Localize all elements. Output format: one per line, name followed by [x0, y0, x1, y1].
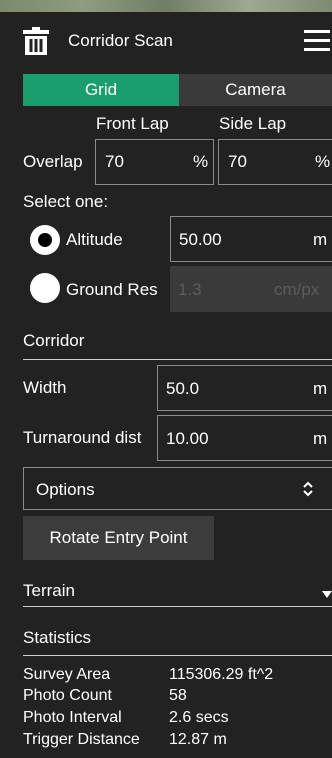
altitude-radio[interactable]: [30, 225, 60, 255]
tab-camera-label: Camera: [225, 80, 286, 99]
front-lap-value: 70: [105, 152, 124, 171]
front-lap-unit: %: [193, 152, 209, 171]
stat-value-photo-count: 58: [169, 687, 187, 704]
terrain-divider: [23, 606, 332, 607]
hamburger-menu-icon[interactable]: [304, 30, 330, 52]
options-dropdown[interactable]: Options: [23, 467, 332, 510]
ground-res-radio[interactable]: [30, 273, 60, 303]
page-title: Corridor Scan: [68, 31, 173, 50]
turnaround-unit: m: [313, 429, 328, 448]
stat-label-survey-area: Survey Area: [23, 666, 111, 683]
tab-camera[interactable]: Camera: [179, 74, 332, 106]
side-lap-value: 70: [228, 152, 247, 171]
altitude-value: 50.00: [179, 230, 222, 249]
turnaround-value: 10.00: [166, 429, 209, 448]
width-value: 50.0: [166, 379, 200, 398]
rotate-entry-point-button[interactable]: Rotate Entry Point: [23, 516, 214, 560]
stat-value-trigger-distance: 12.87 m: [169, 731, 227, 748]
corridor-section-label: Corridor: [23, 331, 85, 350]
stat-label-photo-count: Photo Count: [23, 687, 112, 704]
ground-res-value: 1.3: [178, 280, 202, 299]
tab-grid[interactable]: Grid: [23, 74, 179, 106]
trash-icon[interactable]: [23, 27, 49, 55]
statistics-divider: [23, 655, 332, 656]
stat-value-survey-area: 115306.29 ft^2: [169, 666, 274, 683]
stat-label-photo-interval: Photo Interval: [23, 709, 122, 726]
tab-grid-label: Grid: [84, 80, 118, 99]
ground-res-label: Ground Res: [66, 280, 158, 299]
altitude-input[interactable]: 50.00 m: [170, 216, 332, 262]
updown-chevron-icon: [302, 480, 314, 498]
front-lap-input[interactable]: 70 %: [95, 139, 214, 185]
rotate-entry-point-label: Rotate Entry Point: [49, 528, 188, 547]
width-unit: m: [313, 379, 328, 398]
altitude-radio-dot: [38, 233, 52, 247]
width-input[interactable]: 50.0 m: [157, 365, 332, 411]
options-label: Options: [36, 480, 95, 499]
corridor-divider: [23, 359, 332, 360]
side-lap-input[interactable]: 70 %: [218, 139, 332, 185]
stat-label-trigger-distance: Trigger Distance: [23, 731, 140, 748]
altitude-unit: m: [313, 230, 328, 249]
ground-res-input: 1.3 cm/px: [170, 266, 332, 312]
terrain-label[interactable]: Terrain: [23, 581, 75, 601]
statistics-section-label: Statistics: [23, 628, 92, 647]
ground-res-unit: cm/px: [274, 280, 320, 299]
overlap-label: Overlap: [23, 152, 83, 171]
turnaround-label: Turnaround dist: [23, 428, 142, 447]
side-lap-label: Side Lap: [219, 114, 287, 133]
turnaround-input[interactable]: 10.00 m: [157, 415, 332, 461]
altitude-label: Altitude: [66, 230, 123, 249]
width-label: Width: [23, 378, 67, 397]
stat-value-photo-interval: 2.6 secs: [169, 709, 229, 726]
select-one-label: Select one:: [23, 192, 109, 211]
caret-down-icon[interactable]: [322, 586, 332, 598]
side-lap-unit: %: [315, 152, 331, 171]
front-lap-label: Front Lap: [96, 114, 169, 133]
map-background-strip: [0, 0, 332, 12]
